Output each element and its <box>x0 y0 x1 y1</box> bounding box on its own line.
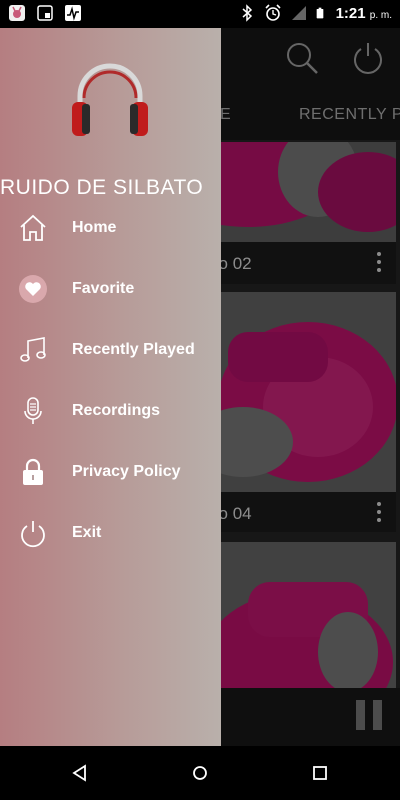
lock-icon <box>23 458 43 485</box>
menu-item-home[interactable]: Home <box>0 205 221 253</box>
home-button-icon[interactable] <box>190 763 210 783</box>
menu-item-privacy-policy[interactable]: Privacy Policy <box>0 449 221 497</box>
status-bar: 1:21 p. m. <box>0 0 400 28</box>
menu-item-label: Exit <box>72 524 102 541</box>
clock: 1:21 p. m. <box>335 4 392 22</box>
menu-item-exit[interactable]: Exit <box>0 510 221 558</box>
signal-icon <box>291 6 306 20</box>
heart-icon <box>19 275 47 303</box>
recents-icon[interactable] <box>310 763 330 783</box>
power-icon <box>21 521 45 548</box>
activity-icon <box>65 5 81 21</box>
alarm-icon <box>264 4 281 21</box>
menu-item-label: Recently Played <box>72 341 195 358</box>
menu-item-label: Favorite <box>72 280 135 297</box>
battery-icon <box>316 7 323 19</box>
app-title: RUIDO DE SILBATO <box>0 176 204 199</box>
navigation-bar <box>0 746 400 800</box>
screenshot-icon <box>37 5 53 21</box>
menu-item-label: Recordings <box>72 402 161 419</box>
bluetooth-icon <box>242 4 252 22</box>
navigation-drawer: RUIDO DE SILBATO Home Favorite Recently … <box>0 28 221 746</box>
menu-item-recordings[interactable]: Recordings <box>0 388 221 436</box>
headphones-logo <box>72 63 148 136</box>
app-notification-icon <box>9 5 25 21</box>
home-icon <box>20 214 46 241</box>
back-icon[interactable] <box>70 763 90 783</box>
microphone-icon <box>24 397 42 424</box>
menu-item-recently-played[interactable]: Recently Played <box>0 327 221 375</box>
menu-item-label: Home <box>72 219 117 236</box>
menu-item-label: Privacy Policy <box>72 463 181 480</box>
menu-item-favorite[interactable]: Favorite <box>0 266 221 314</box>
music-note-icon <box>20 337 46 362</box>
